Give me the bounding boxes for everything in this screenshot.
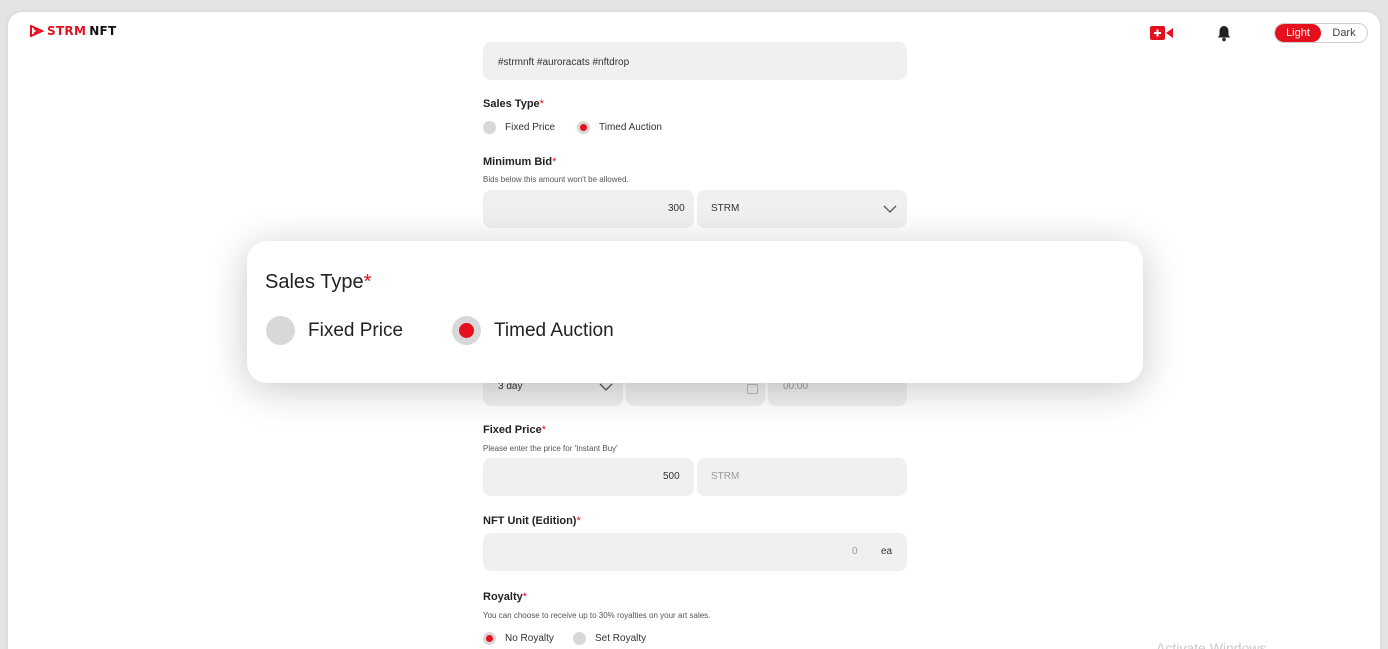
royalty-label: Royalty* bbox=[483, 591, 527, 603]
minimum-bid-currency: STRM bbox=[711, 203, 740, 214]
nft-unit-label-text: NFT Unit (Edition) bbox=[483, 515, 577, 527]
radio-timed-auction[interactable]: Timed Auction bbox=[577, 121, 662, 134]
minimum-bid-label: Minimum Bid* bbox=[483, 156, 556, 168]
radio-no-royalty-label: No Royalty bbox=[505, 633, 554, 644]
radio-no-royalty[interactable]: No Royalty bbox=[483, 632, 554, 645]
overlay-sales-type-label-text: Sales Type bbox=[265, 271, 364, 293]
radio-fixed-price[interactable]: Fixed Price bbox=[483, 121, 555, 134]
fixed-price-hint: Please enter the price for 'Instant Buy' bbox=[483, 444, 618, 453]
theme-light-option[interactable]: Light bbox=[1275, 24, 1321, 42]
royalty-hint: You can choose to receive up to 30% roya… bbox=[483, 611, 711, 620]
calendar-icon[interactable] bbox=[747, 383, 758, 394]
overlay-sales-type-label: Sales Type* bbox=[265, 271, 371, 294]
nft-unit-suffix: ea bbox=[881, 546, 893, 557]
radio-set-royalty[interactable]: Set Royalty bbox=[573, 632, 646, 645]
overlay-radio-fixed-price-label: Fixed Price bbox=[308, 319, 404, 341]
required-asterisk: * bbox=[576, 515, 581, 527]
required-asterisk: * bbox=[539, 98, 544, 110]
radio-set-royalty-label: Set Royalty bbox=[595, 633, 647, 644]
radio-fixed-price-label: Fixed Price bbox=[505, 122, 556, 133]
bell-icon[interactable] bbox=[1217, 25, 1231, 42]
activate-windows-watermark: Activate Windows bbox=[1156, 640, 1267, 649]
radio-circle-selected[interactable] bbox=[483, 632, 496, 645]
minimum-bid-input[interactable] bbox=[483, 190, 694, 228]
nft-unit-label: NFT Unit (Edition)* bbox=[483, 515, 581, 527]
radio-circle[interactable] bbox=[573, 632, 586, 645]
overlay-radio-timed-auction-label: Timed Auction bbox=[494, 319, 614, 341]
radio-circle[interactable] bbox=[483, 121, 496, 134]
fixed-price-label: Fixed Price* bbox=[483, 424, 546, 436]
minimum-bid-value: 300 bbox=[668, 203, 685, 214]
required-asterisk: * bbox=[541, 424, 546, 436]
required-asterisk: * bbox=[552, 156, 557, 168]
sales-type-label: Sales Type* bbox=[483, 98, 544, 110]
radio-circle-selected[interactable] bbox=[577, 121, 590, 134]
fixed-price-label-text: Fixed Price bbox=[483, 424, 542, 436]
chevron-down-icon[interactable] bbox=[883, 205, 897, 213]
sales-type-label-text: Sales Type bbox=[483, 98, 540, 110]
logo-mark-icon bbox=[30, 25, 44, 37]
fixed-price-currency-label: STRM bbox=[711, 471, 740, 482]
royalty-label-text: Royalty bbox=[483, 591, 523, 603]
theme-dark-option[interactable]: Dark bbox=[1321, 24, 1367, 42]
radio-circle[interactable] bbox=[266, 316, 295, 345]
overlay-radio-timed-auction[interactable]: Timed Auction bbox=[452, 316, 614, 345]
nft-unit-value: 0 bbox=[852, 546, 858, 557]
minimum-bid-label-text: Minimum Bid bbox=[483, 156, 553, 168]
radio-circle-selected[interactable] bbox=[452, 316, 481, 345]
tags-input-value: #strmnft #auroracats #nftdrop bbox=[498, 57, 630, 68]
logo-text-strm: STRM bbox=[47, 24, 87, 38]
theme-toggle[interactable]: Light Dark bbox=[1274, 23, 1368, 43]
fixed-price-value: 500 bbox=[663, 471, 680, 482]
logo[interactable]: STRM NFT bbox=[30, 24, 117, 38]
required-asterisk: * bbox=[363, 271, 372, 293]
overlay-radio-fixed-price[interactable]: Fixed Price bbox=[266, 316, 403, 345]
nft-unit-input[interactable] bbox=[483, 533, 907, 571]
radio-timed-auction-label: Timed Auction bbox=[599, 122, 662, 133]
required-asterisk: * bbox=[522, 591, 528, 603]
logo-text-nft: NFT bbox=[89, 24, 117, 38]
video-icon[interactable] bbox=[1150, 25, 1174, 41]
sales-type-zoom-overlay: Sales Type* Fixed Price Timed Auction bbox=[247, 241, 1143, 383]
minimum-bid-hint: Bids below this amount won't be allowed. bbox=[483, 175, 629, 184]
chevron-down-icon[interactable] bbox=[599, 383, 613, 391]
